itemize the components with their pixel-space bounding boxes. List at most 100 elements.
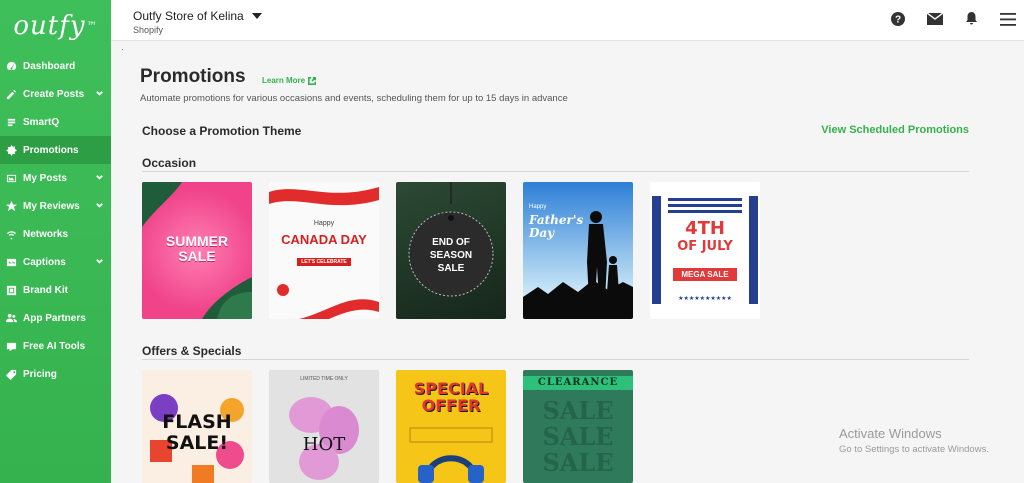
section-divider (142, 171, 969, 172)
section-title-offers-specials: Offers & Specials (142, 344, 242, 358)
learn-more-label: Learn More (262, 76, 306, 85)
card-text: HOT (302, 434, 346, 455)
tag-icon (4, 367, 18, 381)
canada-day-card[interactable]: Happy CANADA DAY LET'S CELEBRATE (269, 182, 379, 319)
store-selector[interactable]: Outfy Store of Kelina (133, 9, 262, 23)
card-text: SEASON (429, 250, 473, 261)
chevron-down-icon[interactable] (95, 89, 104, 101)
sidebar-item-my-posts[interactable]: My Posts (0, 164, 111, 192)
main-content: · Promotions Learn More Automate promoti… (111, 41, 1024, 483)
card-text: CANADA DAY (281, 232, 367, 247)
partners-icon (4, 311, 18, 325)
sidebar-item-app-partners[interactable]: App Partners (0, 304, 111, 332)
card-text: 4TH (685, 218, 725, 239)
sidebar-item-my-reviews[interactable]: My Reviews (0, 192, 111, 220)
sidebar-item-label: Dashboard (23, 60, 76, 72)
logo-text: outfy (13, 11, 86, 41)
sidebar-item-free-ai-tools[interactable]: Free AI Tools (0, 332, 111, 360)
choose-theme-heading: Choose a Promotion Theme (142, 124, 302, 138)
father-child-silhouette-icon (523, 211, 633, 319)
clearance-sale-card[interactable]: CLEARANCE SALE SALE SALE (523, 370, 633, 483)
sidebar-item-brand-kit[interactable]: Brand Kit (0, 276, 111, 304)
section-title-occasion: Occasion (142, 156, 197, 170)
sidebar-item-pricing[interactable]: Pricing (0, 360, 111, 388)
star-icon (4, 199, 18, 213)
sidebar-item-label: My Reviews (23, 200, 80, 212)
card-text: FLASH (162, 411, 232, 433)
sidebar: outfy ™ Dashboard Create Posts SmartQ Pro… (0, 0, 111, 483)
sidebar-item-label: Pricing (23, 368, 57, 380)
section-divider (142, 359, 969, 360)
top-bar: Outfy Store of Kelina Shopify ? (111, 0, 1024, 41)
sidebar-item-label: Networks (23, 228, 69, 240)
brand-kit-icon (4, 283, 18, 297)
page-title: Promotions (140, 66, 246, 87)
card-text: LET'S CELEBRATE (297, 258, 351, 266)
card-text: SALE (178, 248, 216, 264)
header-actions: ? (869, 12, 1016, 26)
card-text: MEGA SALE (673, 268, 737, 281)
flash-sale-card[interactable]: FLASH SALE! (142, 370, 252, 483)
card-text: SPECIAL (413, 379, 489, 398)
fourth-of-july-card[interactable]: ★★★★★★★★★★ 4TH OF JULY MEGA SALE (650, 182, 760, 319)
card-text: Happy (313, 220, 335, 227)
caret-down-icon[interactable] (251, 13, 262, 19)
sidebar-item-label: SmartQ (23, 116, 60, 128)
chevron-down-icon[interactable] (95, 201, 104, 213)
card-text: SALE (542, 448, 614, 477)
chevron-down-icon[interactable] (95, 257, 104, 269)
card-text: SALE (542, 396, 614, 425)
sidebar-item-networks[interactable]: Networks (0, 220, 111, 248)
svg-text:?: ? (895, 15, 901, 26)
sidebar-item-smartq[interactable]: SmartQ (0, 108, 111, 136)
card-text: Day (529, 226, 555, 240)
card-text: LIMITED TIME ONLY (300, 376, 348, 382)
sidebar-nav: Dashboard Create Posts SmartQ Promotions… (0, 52, 111, 388)
card-text: SALE (437, 263, 465, 274)
special-offer-card[interactable]: SPECIAL OFFER (396, 370, 506, 483)
end-of-season-sale-card[interactable]: END OF SEASON SALE (396, 182, 506, 319)
sidebar-item-captions[interactable]: Captions (0, 248, 111, 276)
activate-windows-subtitle: Go to Settings to activate Windows. (839, 444, 989, 455)
sidebar-item-label: Free AI Tools (23, 340, 86, 352)
sidebar-item-label: My Posts (23, 172, 67, 184)
activate-windows-title: Activate Windows (839, 426, 942, 441)
bell-icon[interactable] (965, 12, 978, 26)
help-icon[interactable]: ? (891, 12, 905, 26)
logo-trademark: ™ (86, 20, 98, 32)
learn-more-link[interactable]: Learn More (262, 76, 317, 85)
posts-icon (4, 171, 18, 185)
hot-deal-card[interactable]: LIMITED TIME ONLY HOT (269, 370, 379, 483)
external-link-icon (308, 76, 317, 85)
chevron-down-icon[interactable] (95, 173, 104, 185)
view-scheduled-promotions-link[interactable]: View Scheduled Promotions (821, 124, 969, 136)
fathers-day-card[interactable]: Happy Father's Day (523, 182, 633, 319)
outfy-logo[interactable]: outfy ™ (0, 0, 111, 52)
sidebar-item-label: Captions (23, 256, 66, 268)
pencil-icon (4, 87, 18, 101)
mail-icon[interactable] (927, 13, 943, 25)
dashboard-icon (4, 59, 18, 73)
card-text: CLEARANCE (537, 377, 619, 388)
svg-text:★★★★★★★★★★: ★★★★★★★★★★ (678, 295, 732, 302)
page-subtitle: Automate promotions for various occasion… (140, 93, 568, 104)
menu-icon[interactable] (1000, 12, 1016, 26)
sidebar-item-promotions[interactable]: Promotions (0, 136, 111, 164)
ai-tools-icon (4, 339, 18, 353)
sidebar-item-label: Create Posts (23, 88, 85, 100)
sidebar-item-label: App Partners (23, 312, 86, 324)
card-badge: MEGA SALE (650, 264, 760, 282)
store-platform: Shopify (133, 25, 164, 35)
sidebar-item-create-posts[interactable]: Create Posts (0, 80, 111, 108)
card-text: SALE! (165, 432, 229, 454)
card-text: OF JULY (677, 239, 733, 254)
sidebar-item-dashboard[interactable]: Dashboard (0, 52, 111, 80)
summer-sale-card[interactable]: SUMMER SALE (142, 182, 252, 319)
sidebar-item-label: Promotions (23, 144, 79, 156)
promotions-icon (4, 143, 18, 157)
card-text: END OF (432, 237, 470, 248)
sidebar-item-label: Brand Kit (23, 284, 68, 296)
wifi-icon (4, 227, 18, 241)
card-text: SUMMER (165, 233, 229, 249)
balloon-number-icon (289, 397, 359, 480)
